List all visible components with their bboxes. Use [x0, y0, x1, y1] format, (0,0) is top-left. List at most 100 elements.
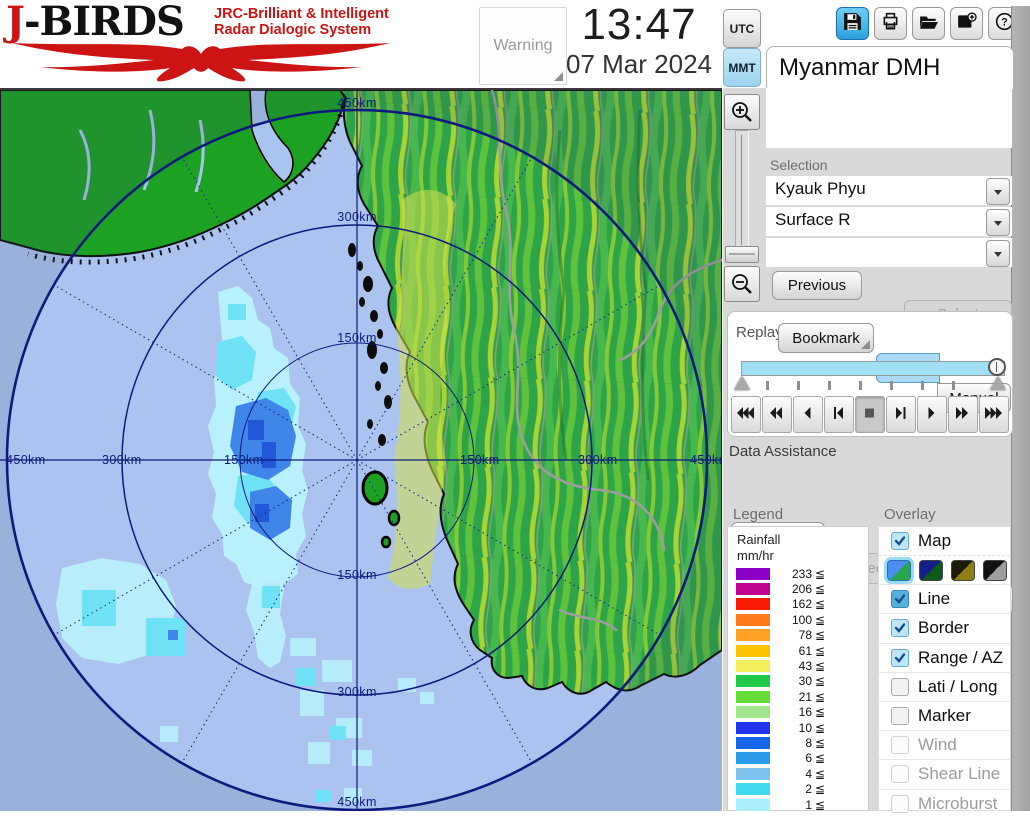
jump-start-button[interactable] — [731, 396, 761, 433]
overlay-range-az-checkbox[interactable] — [891, 648, 909, 667]
overlay-microburst-row: Microburst — [879, 788, 1010, 818]
legend-lte-symbol: ≦ — [815, 612, 826, 627]
svg-text:150km: 150km — [460, 453, 500, 467]
slider-tick — [797, 381, 800, 390]
legend-color-swatch — [736, 613, 770, 626]
overlay-line-checkbox[interactable] — [891, 590, 909, 609]
jump-end-button[interactable] — [979, 396, 1009, 433]
svg-text:450km: 450km — [6, 453, 46, 467]
legend-unit: Rainfall mm/hr — [737, 532, 781, 563]
map-style-4[interactable] — [983, 559, 1007, 581]
slider-tick — [890, 381, 893, 390]
fast-forward-button[interactable] — [948, 396, 978, 433]
legend-entry: 4 ≦ — [728, 766, 868, 781]
overlay-border-checkbox[interactable] — [891, 619, 909, 638]
save-button[interactable] — [836, 7, 869, 40]
chevron-down-icon[interactable] — [986, 240, 1010, 267]
legend-value: 162 — [791, 597, 812, 612]
zoom-in-button[interactable] — [724, 94, 760, 130]
legend-value: 233 — [791, 566, 812, 581]
legend-lte-symbol: ≦ — [815, 720, 826, 735]
legend-entry: 43 ≦ — [728, 658, 868, 673]
legend-entry: 61 ≦ — [728, 643, 868, 658]
selection-dropdown-1[interactable]: Kyauk Phyu — [766, 176, 1012, 205]
clock-date: 07 Mar 2024 — [566, 49, 712, 79]
legend-value: 21 — [798, 689, 812, 704]
legend-color-swatch — [736, 752, 770, 765]
replay-slider-track[interactable] — [741, 358, 1006, 376]
svg-text:150km: 150km — [337, 568, 377, 582]
zoom-slider-thumb[interactable] — [725, 246, 759, 263]
slider-end-marker[interactable] — [990, 376, 1006, 390]
overlay-map-checkbox[interactable] — [891, 532, 909, 551]
warning-button[interactable]: Warning — [479, 7, 567, 85]
legend-color-swatch — [736, 675, 770, 688]
eagle-icon — [12, 43, 390, 82]
panel-scrollbar[interactable] — [1011, 6, 1030, 811]
utc-button[interactable]: UTC — [723, 9, 761, 48]
map-style-3[interactable] — [951, 559, 975, 581]
legend-color-swatch — [736, 567, 770, 580]
legend-value: 61 — [798, 643, 812, 658]
legend-lte-symbol: ≦ — [815, 659, 826, 674]
overlay-marker-checkbox[interactable] — [891, 707, 909, 726]
legend-entry: 100 ≦ — [728, 612, 868, 627]
legend-color-swatch — [736, 706, 770, 719]
overlay-microburst-checkbox — [891, 794, 909, 813]
overlay-lati-long-checkbox[interactable] — [891, 677, 909, 696]
jump-start-icon — [737, 406, 755, 424]
step-back-button[interactable] — [824, 396, 854, 433]
legend-color-swatch — [736, 690, 770, 703]
overlay-marker-label: Marker — [918, 706, 971, 726]
bookmark-button[interactable]: Bookmark — [778, 323, 874, 353]
legend-entry: 233 ≦ — [728, 566, 868, 581]
play-button[interactable] — [917, 396, 947, 433]
legend-lte-symbol: ≦ — [815, 628, 826, 643]
legend-entry: 1 ≦ — [728, 797, 868, 812]
legend-entry: 10 ≦ — [728, 720, 868, 735]
capture-button[interactable] — [950, 7, 983, 40]
legend-box: Rainfall mm/hr 233 ≦ 206 ≦ 162 ≦ 100 ≦ 78 ≦ 61 ≦ 43 ≦… — [727, 526, 869, 812]
legend-lte-symbol: ≦ — [815, 782, 826, 797]
play-icon — [923, 406, 941, 424]
overlay-line-label: Line — [918, 589, 951, 609]
replay-slider-handle[interactable] — [988, 358, 1006, 376]
legend-lte-symbol: ≦ — [815, 705, 826, 720]
play-reverse-button[interactable] — [793, 396, 823, 433]
chevron-down-icon[interactable] — [986, 209, 1010, 236]
step-forward-button[interactable] — [886, 396, 916, 433]
map-style-2[interactable] — [919, 559, 943, 581]
fast-rewind-button[interactable] — [762, 396, 792, 433]
legend-color-swatch — [736, 783, 770, 796]
open-button[interactable] — [912, 7, 945, 40]
chevron-down-icon[interactable] — [986, 178, 1010, 205]
legend-value: 30 — [798, 674, 812, 689]
app-subtitle: JRC-Brilliant & Intelligent Radar Dialog… — [214, 6, 389, 38]
selection-dropdowns: Kyauk Phyu Surface R — [766, 176, 1012, 269]
mmt-button[interactable]: MMT — [723, 48, 761, 87]
zoom-out-button[interactable] — [724, 266, 760, 302]
legend-lte-symbol: ≦ — [815, 766, 826, 781]
dropdown-value: Kyauk Phyu — [775, 179, 866, 198]
slider-start-marker[interactable] — [734, 376, 750, 390]
radar-map[interactable]: 450km 300km 150km 150km 300km 450km 450k… — [0, 88, 722, 811]
legend-color-swatch — [736, 767, 770, 780]
station-name: Myanmar DMH — [779, 54, 941, 81]
legend-entry: 6 ≦ — [728, 751, 868, 766]
overlay-lati-long-row: Lati / Long — [879, 671, 1010, 701]
legend-color-swatch — [736, 629, 770, 642]
selection-dropdown-2[interactable]: Surface R — [766, 207, 1012, 236]
range-box: Range 450 km — [766, 88, 1012, 148]
legend-value: 78 — [798, 628, 812, 643]
legend-lte-symbol: ≦ — [815, 566, 826, 581]
map-style-1[interactable] — [887, 559, 911, 581]
legend-entry: 162 ≦ — [728, 597, 868, 612]
legend-lte-symbol: ≦ — [815, 751, 826, 766]
svg-text:150km: 150km — [337, 331, 377, 345]
selection-dropdown-3[interactable] — [766, 238, 1012, 267]
print-button[interactable] — [874, 7, 907, 40]
previous-button[interactable]: Previous — [772, 271, 862, 300]
stop-button[interactable] — [855, 396, 885, 433]
zoom-slider-track[interactable] — [735, 130, 749, 250]
svg-text:300km: 300km — [578, 453, 618, 467]
